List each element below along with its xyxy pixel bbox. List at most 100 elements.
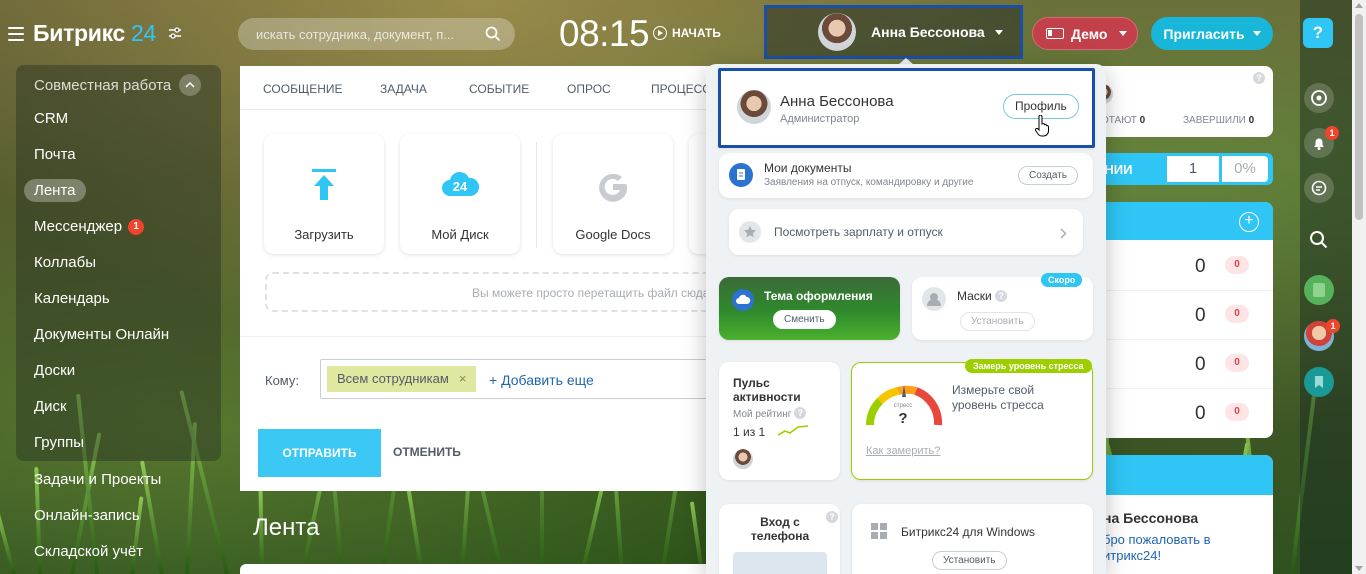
sidebar-item-inventory[interactable]: Складской учёт <box>34 543 143 560</box>
add-icon[interactable]: + <box>1239 212 1259 232</box>
tab-poll[interactable]: ОПРОС <box>567 82 611 96</box>
logo[interactable]: Битрикс 24 <box>33 20 156 47</box>
close-icon[interactable]: × <box>459 371 467 386</box>
logo-name: Битрикс <box>33 20 126 46</box>
cancel-button[interactable]: ОТМЕНИТЬ <box>393 445 461 459</box>
create-document-button[interactable]: Создать <box>1018 166 1079 185</box>
stress-link[interactable]: Как замерить? <box>866 445 940 457</box>
recipient-tag-label: Всем сотрудникам <box>337 371 449 386</box>
recipient-tag: Всем сотрудникам × <box>327 366 477 392</box>
google-docs-tile[interactable]: Google Docs <box>553 134 673 254</box>
tile-label: Google Docs <box>575 227 651 242</box>
sidebar-item-label: Календарь <box>34 290 110 307</box>
masks-card[interactable]: Маски ? Скоро Установить <box>912 273 1093 340</box>
tab-process[interactable]: ПРОЦЕСС <box>651 82 711 96</box>
start-workday-button[interactable]: НАЧАТЬ <box>653 26 721 40</box>
change-theme-button[interactable]: Сменить <box>773 310 836 329</box>
timeline-icon[interactable] <box>1304 83 1334 113</box>
phone-login-card[interactable]: ? Вход с телефона <box>719 504 840 574</box>
windows-app-card[interactable]: Битрикс24 для Windows Установить <box>852 504 1093 574</box>
user-menu-button[interactable]: Анна Бессонова <box>764 5 1023 59</box>
sidebar-item-calendar[interactable]: Календарь <box>34 290 110 307</box>
sidebar-item-docs-online[interactable]: Документы Онлайн <box>34 326 169 343</box>
list-item[interactable]: 00 <box>1095 242 1273 291</box>
list-item[interactable]: 00 <box>1095 340 1273 389</box>
send-button[interactable]: ОТПРАВИТЬ <box>258 429 381 477</box>
salary-card[interactable]: Посмотреть зарплату и отпуск <box>729 209 1083 255</box>
sidebar-item-booking[interactable]: Онлайн-запись <box>34 507 140 524</box>
help-icon[interactable]: ? <box>1253 72 1265 84</box>
scrollbar[interactable] <box>1352 0 1366 574</box>
play-icon <box>653 26 667 40</box>
theme-card[interactable]: Тема оформления Сменить <box>719 277 900 340</box>
to-label: Кому: <box>265 373 299 388</box>
menu-icon[interactable] <box>8 27 24 41</box>
sidebar-item-label: Задачи и Проекты <box>34 471 162 488</box>
tile-label: Мой Диск <box>431 227 489 242</box>
help-button[interactable]: ? <box>1303 18 1333 48</box>
work-status-widget: ? ОТАЮТ 0 ЗАВЕРШИЛИ 0 <box>1093 66 1273 137</box>
search-icon[interactable] <box>1309 230 1329 255</box>
tasks-widget[interactable]: АНИИ 1 0% <box>1095 153 1273 185</box>
avatar <box>737 90 771 124</box>
counter-badge: 0 <box>1225 403 1249 421</box>
sidebar-item-label: CRM <box>34 110 69 127</box>
welcome-link[interactable]: бро пожаловать в итрикс24! <box>1103 532 1233 564</box>
sidebar-item-label: Документы Онлайн <box>34 326 170 343</box>
sidebar-item-disk[interactable]: Диск <box>34 398 67 415</box>
documents-title: Мои документы <box>764 161 852 175</box>
add-more-link[interactable]: + Добавить еще <box>489 372 594 388</box>
drop-zone[interactable]: Вы можете просто перетащить файл сюда <box>265 272 725 312</box>
masks-title: Маски ? <box>957 289 1008 303</box>
my-documents-card[interactable]: Мои документы Заявления на отпуск, коман… <box>719 153 1093 198</box>
chevron-up-icon[interactable] <box>179 74 202 96</box>
sidebar-item-label: Группы <box>34 434 84 451</box>
bookmark-icon[interactable] <box>1304 367 1334 397</box>
trend-icon <box>777 425 809 436</box>
pulse-card[interactable]: Пульс активности Мой рейтинг ? 1 из 1 <box>719 362 840 480</box>
sidebar-item-crm[interactable]: CRM <box>34 110 68 127</box>
tab-event[interactable]: СОБЫТИЕ <box>469 82 529 96</box>
sidebar-item-tasks[interactable]: Задачи и Проекты <box>34 471 161 488</box>
tab-message[interactable]: СООБЩЕНИЕ <box>263 82 343 96</box>
search-input[interactable] <box>256 18 478 50</box>
sidebar-item-groups[interactable]: Группы <box>34 434 84 451</box>
clock: 08:15 <box>559 13 650 54</box>
phone-title: Вход с телефона <box>750 515 810 543</box>
recipients-field[interactable]: Всем сотрудникам × + Добавить еще <box>320 359 730 399</box>
feed-card <box>240 564 720 574</box>
sidebar-item-boards[interactable]: Доски <box>34 362 75 379</box>
notes-icon[interactable] <box>1304 275 1334 305</box>
done-count: ЗАВЕРШИЛИ 0 <box>1183 115 1255 126</box>
counter-value: 0 <box>1195 354 1206 375</box>
tab-task[interactable]: ЗАДАЧА <box>380 82 427 96</box>
search-icon[interactable] <box>485 26 501 42</box>
list-item[interactable]: 00 <box>1095 389 1273 438</box>
sidebar-item-feed[interactable]: Лента <box>24 179 86 202</box>
pulse-value: 1 из 1 <box>733 425 766 439</box>
theme-title: Тема оформления <box>764 289 873 303</box>
help-icon[interactable]: ? <box>826 511 838 523</box>
sidebar-item-messenger[interactable]: Мессенджер 1 <box>34 218 145 235</box>
settings-icon[interactable] <box>168 26 182 40</box>
chevron-right-icon <box>1060 226 1067 244</box>
upload-tile[interactable]: Загрузить <box>264 134 384 254</box>
sidebar-item-label: Лента <box>34 182 76 199</box>
chat-icon[interactable] <box>1304 173 1334 203</box>
my-disk-tile[interactable]: 24 Мой Диск <box>400 134 520 254</box>
post-composer: СООБЩЕНИЕ ЗАДАЧА СОБЫТИЕ ОПРОС ПРОЦЕСС З… <box>240 66 749 491</box>
sidebar-item-collabs[interactable]: Коллабы <box>34 254 96 271</box>
list-item[interactable]: 00 <box>1095 291 1273 340</box>
install-windows-button[interactable]: Установить <box>932 551 1007 570</box>
stress-card[interactable]: Замерь уровень стресса стресс ? Измерьте… <box>851 359 1093 480</box>
chevron-down-icon <box>1252 31 1261 36</box>
sidebar-item-mail[interactable]: Почта <box>34 146 76 163</box>
help-icon: ? <box>794 407 807 419</box>
invite-button[interactable]: Пригласить <box>1151 17 1273 50</box>
hand-cursor-icon <box>1035 115 1049 137</box>
demo-label: Демо <box>1071 25 1108 42</box>
demo-button[interactable]: Демо <box>1032 17 1138 50</box>
scrollbar-thumb[interactable] <box>1355 14 1363 220</box>
sidebar-group-title[interactable]: Совместная работа <box>34 74 202 96</box>
invite-label: Пригласить <box>1163 25 1245 42</box>
